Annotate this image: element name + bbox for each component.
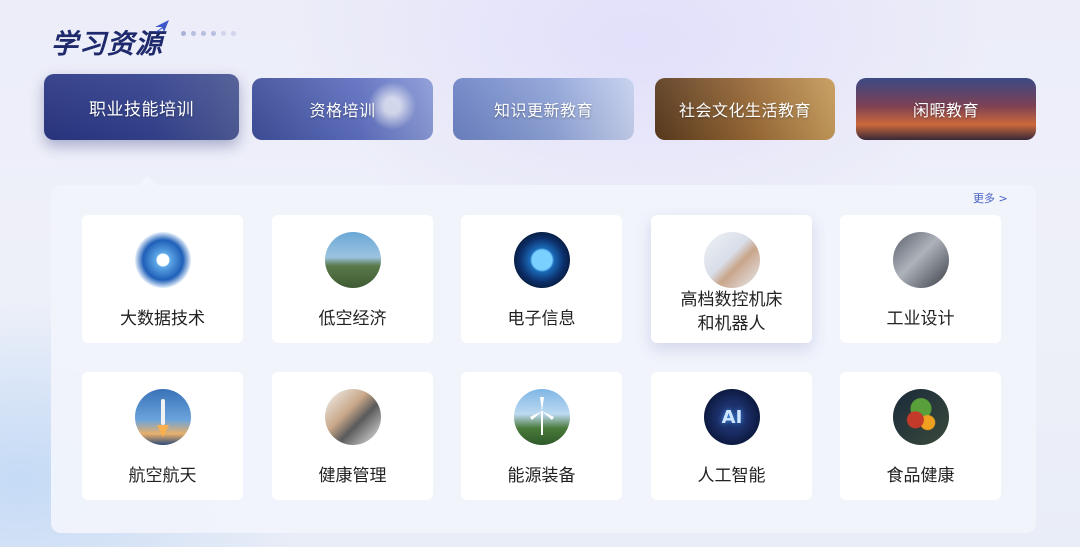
card-label-line2: 和机器人 xyxy=(697,314,766,334)
tab-label: 资格培训 xyxy=(309,101,376,120)
tab-social-culture[interactable]: 社会文化生活教育 xyxy=(655,78,835,140)
card-label: 食品健康 xyxy=(886,466,955,486)
card-cnc-robotics[interactable]: 高档数控机床 和机器人 xyxy=(651,215,812,343)
card-label: 电子信息 xyxy=(507,309,576,329)
tab-label: 知识更新教育 xyxy=(493,101,593,120)
tab-label: 社会文化生活教育 xyxy=(678,101,811,120)
tab-label: 职业技能培训 xyxy=(89,99,194,120)
card-aerospace[interactable]: 航空航天 xyxy=(82,372,243,500)
card-energy-equipment[interactable]: 能源装备 xyxy=(461,372,622,500)
tab-vocational-skills[interactable]: 职业技能培训 xyxy=(44,74,239,140)
card-big-data[interactable]: 大数据技术 xyxy=(82,215,243,343)
card-label: 人工智能 xyxy=(697,466,766,486)
tab-leisure[interactable]: 闲暇教育 xyxy=(856,78,1036,140)
card-label-line1: 高档数控机床 xyxy=(680,290,783,310)
drone-icon xyxy=(325,232,381,288)
chip-icon xyxy=(514,232,570,288)
tab-qualification[interactable]: 资格培训 xyxy=(252,78,433,140)
card-industrial-design[interactable]: 工业设计 xyxy=(840,215,1001,343)
vegetables-icon xyxy=(893,389,949,445)
ai-icon-text: AI xyxy=(721,406,743,428)
big-data-icon xyxy=(135,232,191,288)
category-tabs: 职业技能培训 资格培训 知识更新教育 社会文化生活教育 闲暇教育 xyxy=(0,0,1080,150)
ai-icon: AI xyxy=(704,389,760,445)
card-label: 大数据技术 xyxy=(120,309,205,329)
card-label: 工业设计 xyxy=(886,309,955,329)
card-ai[interactable]: AI 人工智能 xyxy=(651,372,812,500)
card-label: 高档数控机床 和机器人 xyxy=(651,288,812,336)
industrial-design-icon xyxy=(893,232,949,288)
card-label: 能源装备 xyxy=(507,466,576,486)
card-electronics[interactable]: 电子信息 xyxy=(461,215,622,343)
more-link[interactable]: 更多 > xyxy=(973,190,1008,206)
tab-label: 闲暇教育 xyxy=(912,101,979,120)
rocket-icon xyxy=(135,389,191,445)
tab-knowledge-update[interactable]: 知识更新教育 xyxy=(453,78,634,140)
card-health-management[interactable]: 健康管理 xyxy=(272,372,433,500)
card-label: 健康管理 xyxy=(318,466,387,486)
wind-turbine-icon xyxy=(514,389,570,445)
health-icon xyxy=(325,389,381,445)
card-food-health[interactable]: 食品健康 xyxy=(840,372,1001,500)
card-label: 低空经济 xyxy=(318,309,387,329)
card-low-altitude[interactable]: 低空经济 xyxy=(272,215,433,343)
robot-arm-icon xyxy=(704,232,760,288)
card-label: 航空航天 xyxy=(128,466,197,486)
